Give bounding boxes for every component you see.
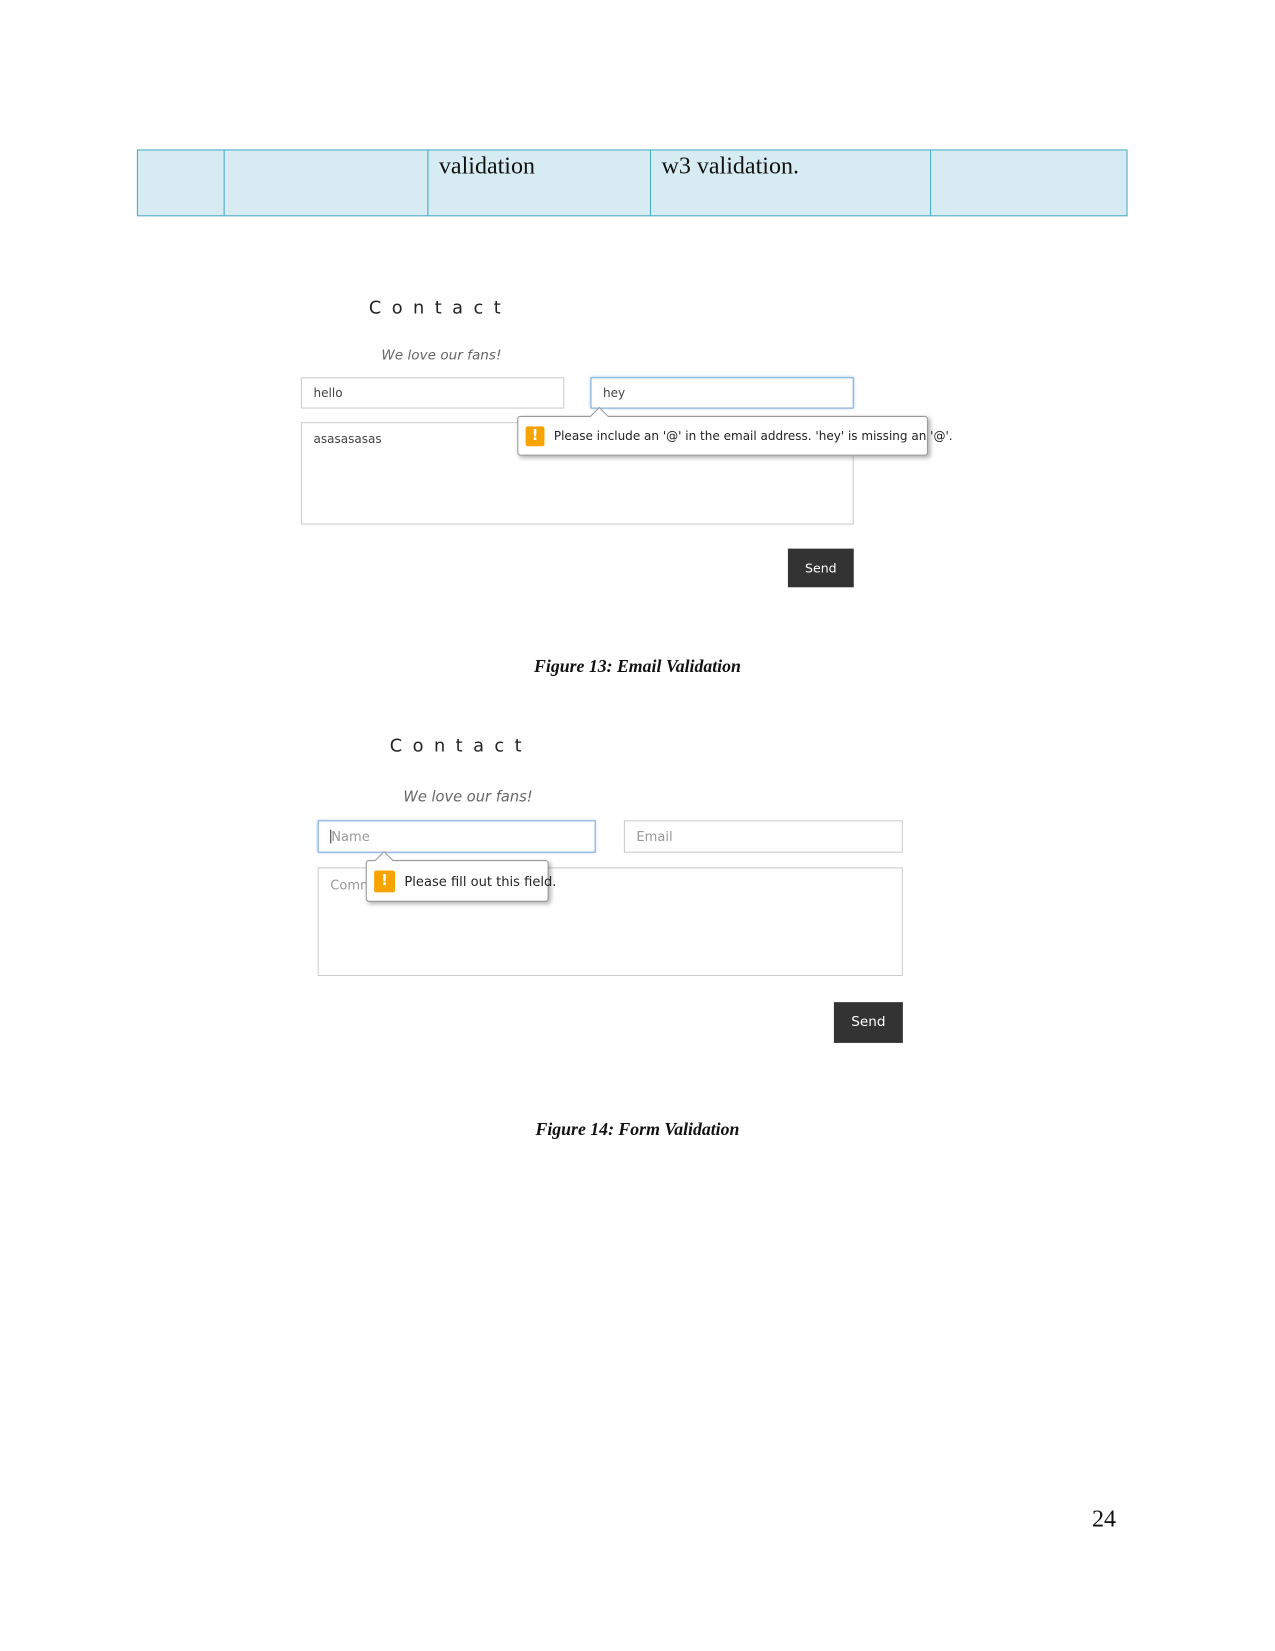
email-input[interactable]: hey xyxy=(590,377,854,409)
warning-icon: ! xyxy=(374,869,396,892)
contact-heading: Contact xyxy=(368,297,512,319)
tagline: We love our fans! xyxy=(403,788,533,806)
tagline: We love our fans! xyxy=(381,347,502,364)
name-value: hello xyxy=(313,385,343,401)
contact-heading: Contact xyxy=(389,735,533,757)
tooltip-text: Please include an '@' in the email addre… xyxy=(553,428,953,444)
tooltip-text: Please fill out this field. xyxy=(404,873,557,889)
warning-icon: ! xyxy=(525,425,545,446)
page-number: 24 xyxy=(1092,1505,1117,1532)
validation-tooltip: ! Please fill out this field. xyxy=(365,850,556,902)
tooltip-arrow xyxy=(374,850,394,871)
table-cell xyxy=(136,149,225,217)
send-button[interactable]: Send xyxy=(787,548,854,588)
table-cell: w3 validation. xyxy=(649,149,932,217)
comment-value: asasasasas xyxy=(313,431,382,447)
email-placeholder: Email xyxy=(636,828,673,845)
email-value: hey xyxy=(602,385,626,401)
send-button[interactable]: Send xyxy=(833,1002,903,1043)
tooltip-arrow xyxy=(589,406,609,427)
table-cell xyxy=(930,149,1128,217)
name-placeholder: Name xyxy=(331,828,370,845)
figure-caption: Figure 13: Email Validation xyxy=(534,656,741,677)
table-cell: validation xyxy=(427,149,652,217)
figure-caption: Figure 14: Form Validation xyxy=(535,1119,740,1140)
email-input[interactable]: Email xyxy=(623,820,903,853)
name-input[interactable]: Name xyxy=(317,820,596,853)
name-input[interactable]: hello xyxy=(300,377,565,409)
validation-tooltip: ! Please include an '@' in the email add… xyxy=(517,406,953,456)
table-cell xyxy=(223,149,429,217)
